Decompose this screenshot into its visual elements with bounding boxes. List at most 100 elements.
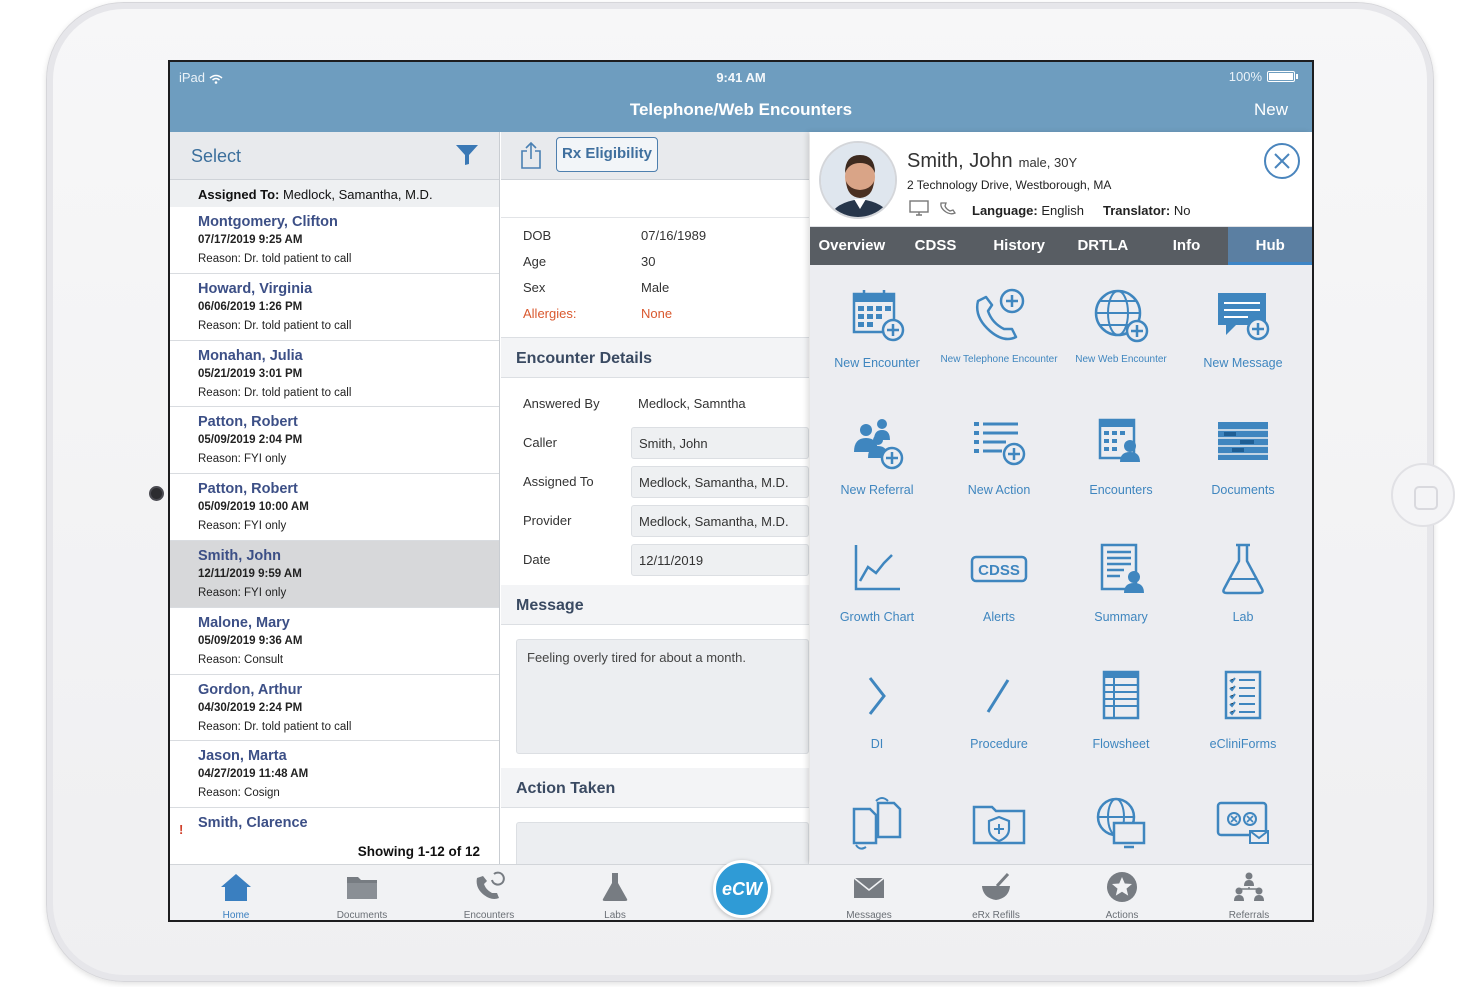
screen: iPad 9:41 AM 100% Telephone/Web Encounte… (168, 60, 1314, 922)
ecw-home-button[interactable]: eCW (713, 860, 771, 918)
tab-labs[interactable]: Labs (570, 865, 660, 920)
list-item[interactable]: Monahan, Julia 05/21/2019 3:01 PM Reason: … (170, 341, 499, 408)
assigned-to-header: Assigned To: Medlock, Samantha, M.D. (170, 180, 499, 207)
tab-messages[interactable]: Messages (824, 865, 914, 920)
list-item[interactable]: Patton, Robert 05/09/2019 10:00 AM Reason:… (170, 474, 499, 541)
documents-icon (1218, 422, 1268, 460)
lab-button[interactable]: Lab (1182, 535, 1304, 662)
new-action-button[interactable]: New Action (938, 408, 1060, 535)
list-item-selected[interactable]: Smith, John 12/11/2019 9:59 AM Reason: FYI… (170, 540, 499, 608)
video-message-icon (1216, 801, 1269, 844)
share-icon[interactable] (519, 141, 543, 169)
date-field[interactable]: 12/11/2019 (631, 543, 809, 576)
growth-chart-button[interactable]: Growth Chart (816, 535, 938, 662)
new-telephone-encounter-button[interactable]: New Telephone Encounter (938, 281, 1060, 408)
new-encounter-button[interactable]: New Encounter (816, 281, 938, 408)
alerts-button[interactable]: CDSS Alerts (938, 535, 1060, 662)
list-item[interactable]: Jason, Marta 04/27/2019 11:48 AM Reason: C… (170, 741, 499, 809)
tab-cdss[interactable]: CDSS (894, 227, 978, 265)
growth-chart-icon (854, 545, 900, 591)
summary-icon (1100, 543, 1144, 593)
new-web-encounter-button[interactable]: New Web Encounter (1060, 281, 1182, 408)
page-title: Telephone/Web Encounters (629, 100, 853, 119)
tab-home[interactable]: Home (191, 865, 281, 920)
battery-percent: 100% (1228, 69, 1262, 84)
globe-monitor-icon (1096, 797, 1146, 849)
filter-icon[interactable] (455, 144, 479, 166)
tab-overview[interactable]: Overview (810, 227, 894, 265)
flowsheet-icon (1102, 670, 1140, 720)
monitor-icon[interactable] (908, 200, 930, 216)
action-taken-field[interactable] (516, 822, 809, 864)
tab-info[interactable]: Info (1145, 227, 1229, 265)
caller-field[interactable]: Smith, John (631, 426, 809, 459)
select-button[interactable]: Select (191, 146, 241, 167)
answered-by-row: Answered By Medlock, Samntha (523, 395, 746, 412)
new-message-button[interactable]: New Message (1182, 281, 1304, 408)
referrals-icon (1234, 872, 1264, 901)
tab-hub[interactable]: Hub (1228, 227, 1312, 265)
encounter-list: Montgomery, Clifton 07/17/2019 9:25 AM Rea… (170, 207, 499, 875)
mortar-pestle-icon (982, 872, 1010, 900)
chevron-right-icon (868, 677, 886, 715)
demographics: DOB 07/16/1989 Age 30 Sex Male Allergies: No… (501, 218, 809, 338)
calendar-plus-icon (852, 290, 905, 342)
list-item[interactable]: Howard, Virginia 06/06/2019 1:26 PM Reason… (170, 274, 499, 341)
status-battery: 100% (1229, 69, 1298, 84)
message-field[interactable]: Feeling overly tired for about a month. (516, 639, 809, 754)
di-button[interactable]: DI (816, 662, 938, 789)
new-referral-button[interactable]: New Referral (816, 408, 938, 535)
encounter-detail-panel: Rx Eligibility DOB 07/16/1989 Age 30 Sex Ma… (501, 132, 809, 864)
camera (149, 486, 164, 501)
list-item[interactable]: Malone, Mary 05/09/2019 9:36 AM Reason: Co… (170, 608, 499, 675)
phone-sync-icon (476, 871, 505, 899)
close-icon[interactable] (1263, 142, 1301, 180)
assigned-to-field[interactable]: Medlock, Samantha, M.D. (631, 465, 809, 498)
encounters-button[interactable]: Encounters (1060, 408, 1182, 535)
star-icon (1107, 872, 1137, 902)
action-taken-header: Action Taken (501, 768, 809, 808)
tab-drtla[interactable]: DRTLA (1061, 227, 1145, 265)
phone-plus-icon (976, 288, 1025, 341)
list-item[interactable]: Patton, Robert 05/09/2019 2:04 PM Reason: … (170, 407, 499, 475)
home-icon (221, 874, 251, 901)
encounter-details-header: Encounter Details (501, 338, 809, 378)
checklist-icon (1224, 670, 1262, 720)
tab-history[interactable]: History (977, 227, 1061, 265)
assigned-to-row: Assigned To Medlock, Samantha, M.D. (501, 462, 809, 501)
status-time: 9:41 AM (716, 70, 766, 85)
showing-count: Showing 1-12 of 12 (357, 844, 480, 859)
ecliniforms-button[interactable]: eCliniForms (1182, 662, 1304, 789)
battery-icon (1267, 71, 1295, 82)
tab-encounters[interactable]: Encounters (444, 865, 534, 920)
tab-documents[interactable]: Documents (317, 865, 407, 920)
patient-name: Smith, John male, 30Y (907, 150, 1078, 172)
bottom-tab-bar: Home Documents Encounters Labs eCW Messa… (170, 860, 1312, 920)
date-row: Date 12/11/2019 (501, 540, 809, 579)
flask-icon (602, 873, 628, 901)
flask-icon (1222, 543, 1264, 595)
tab-referrals[interactable]: Referrals (1204, 865, 1294, 920)
rx-eligibility-button[interactable]: Rx Eligibility (556, 137, 658, 172)
select-bar: Select (170, 132, 499, 180)
hub-tabs: Overview CDSS History DRTLA Info Hub (810, 227, 1312, 265)
summary-button[interactable]: Summary (1060, 535, 1182, 662)
tab-actions[interactable]: Actions (1077, 865, 1167, 920)
phone-icon[interactable] (938, 200, 960, 216)
list-item[interactable]: Gordon, Arthur 04/30/2019 2:24 PM Reason: … (170, 675, 499, 742)
envelope-icon (853, 877, 885, 898)
documents-button[interactable]: Documents (1182, 408, 1304, 535)
urgent-flag-icon: ! (179, 822, 184, 838)
patient-header: Smith, John male, 30Y 2 Technology Drive,… (810, 132, 1312, 227)
procedure-button[interactable]: Procedure (938, 662, 1060, 789)
home-button[interactable] (1391, 463, 1455, 527)
flowsheet-button[interactable]: Flowsheet (1060, 662, 1182, 789)
provider-field[interactable]: Medlock, Samantha, M.D. (631, 504, 809, 537)
list-item[interactable]: Montgomery, Clifton 07/17/2019 9:25 AM Rea… (170, 207, 499, 274)
svg-text:CDSS: CDSS (978, 562, 1020, 579)
tab-erx-refills[interactable]: eRx Refills (951, 865, 1041, 920)
provider-row: Provider Medlock, Samantha, M.D. (501, 501, 809, 540)
folder-icon (347, 877, 377, 899)
new-button[interactable]: New (1254, 100, 1288, 120)
copy-documents-icon (852, 797, 902, 850)
